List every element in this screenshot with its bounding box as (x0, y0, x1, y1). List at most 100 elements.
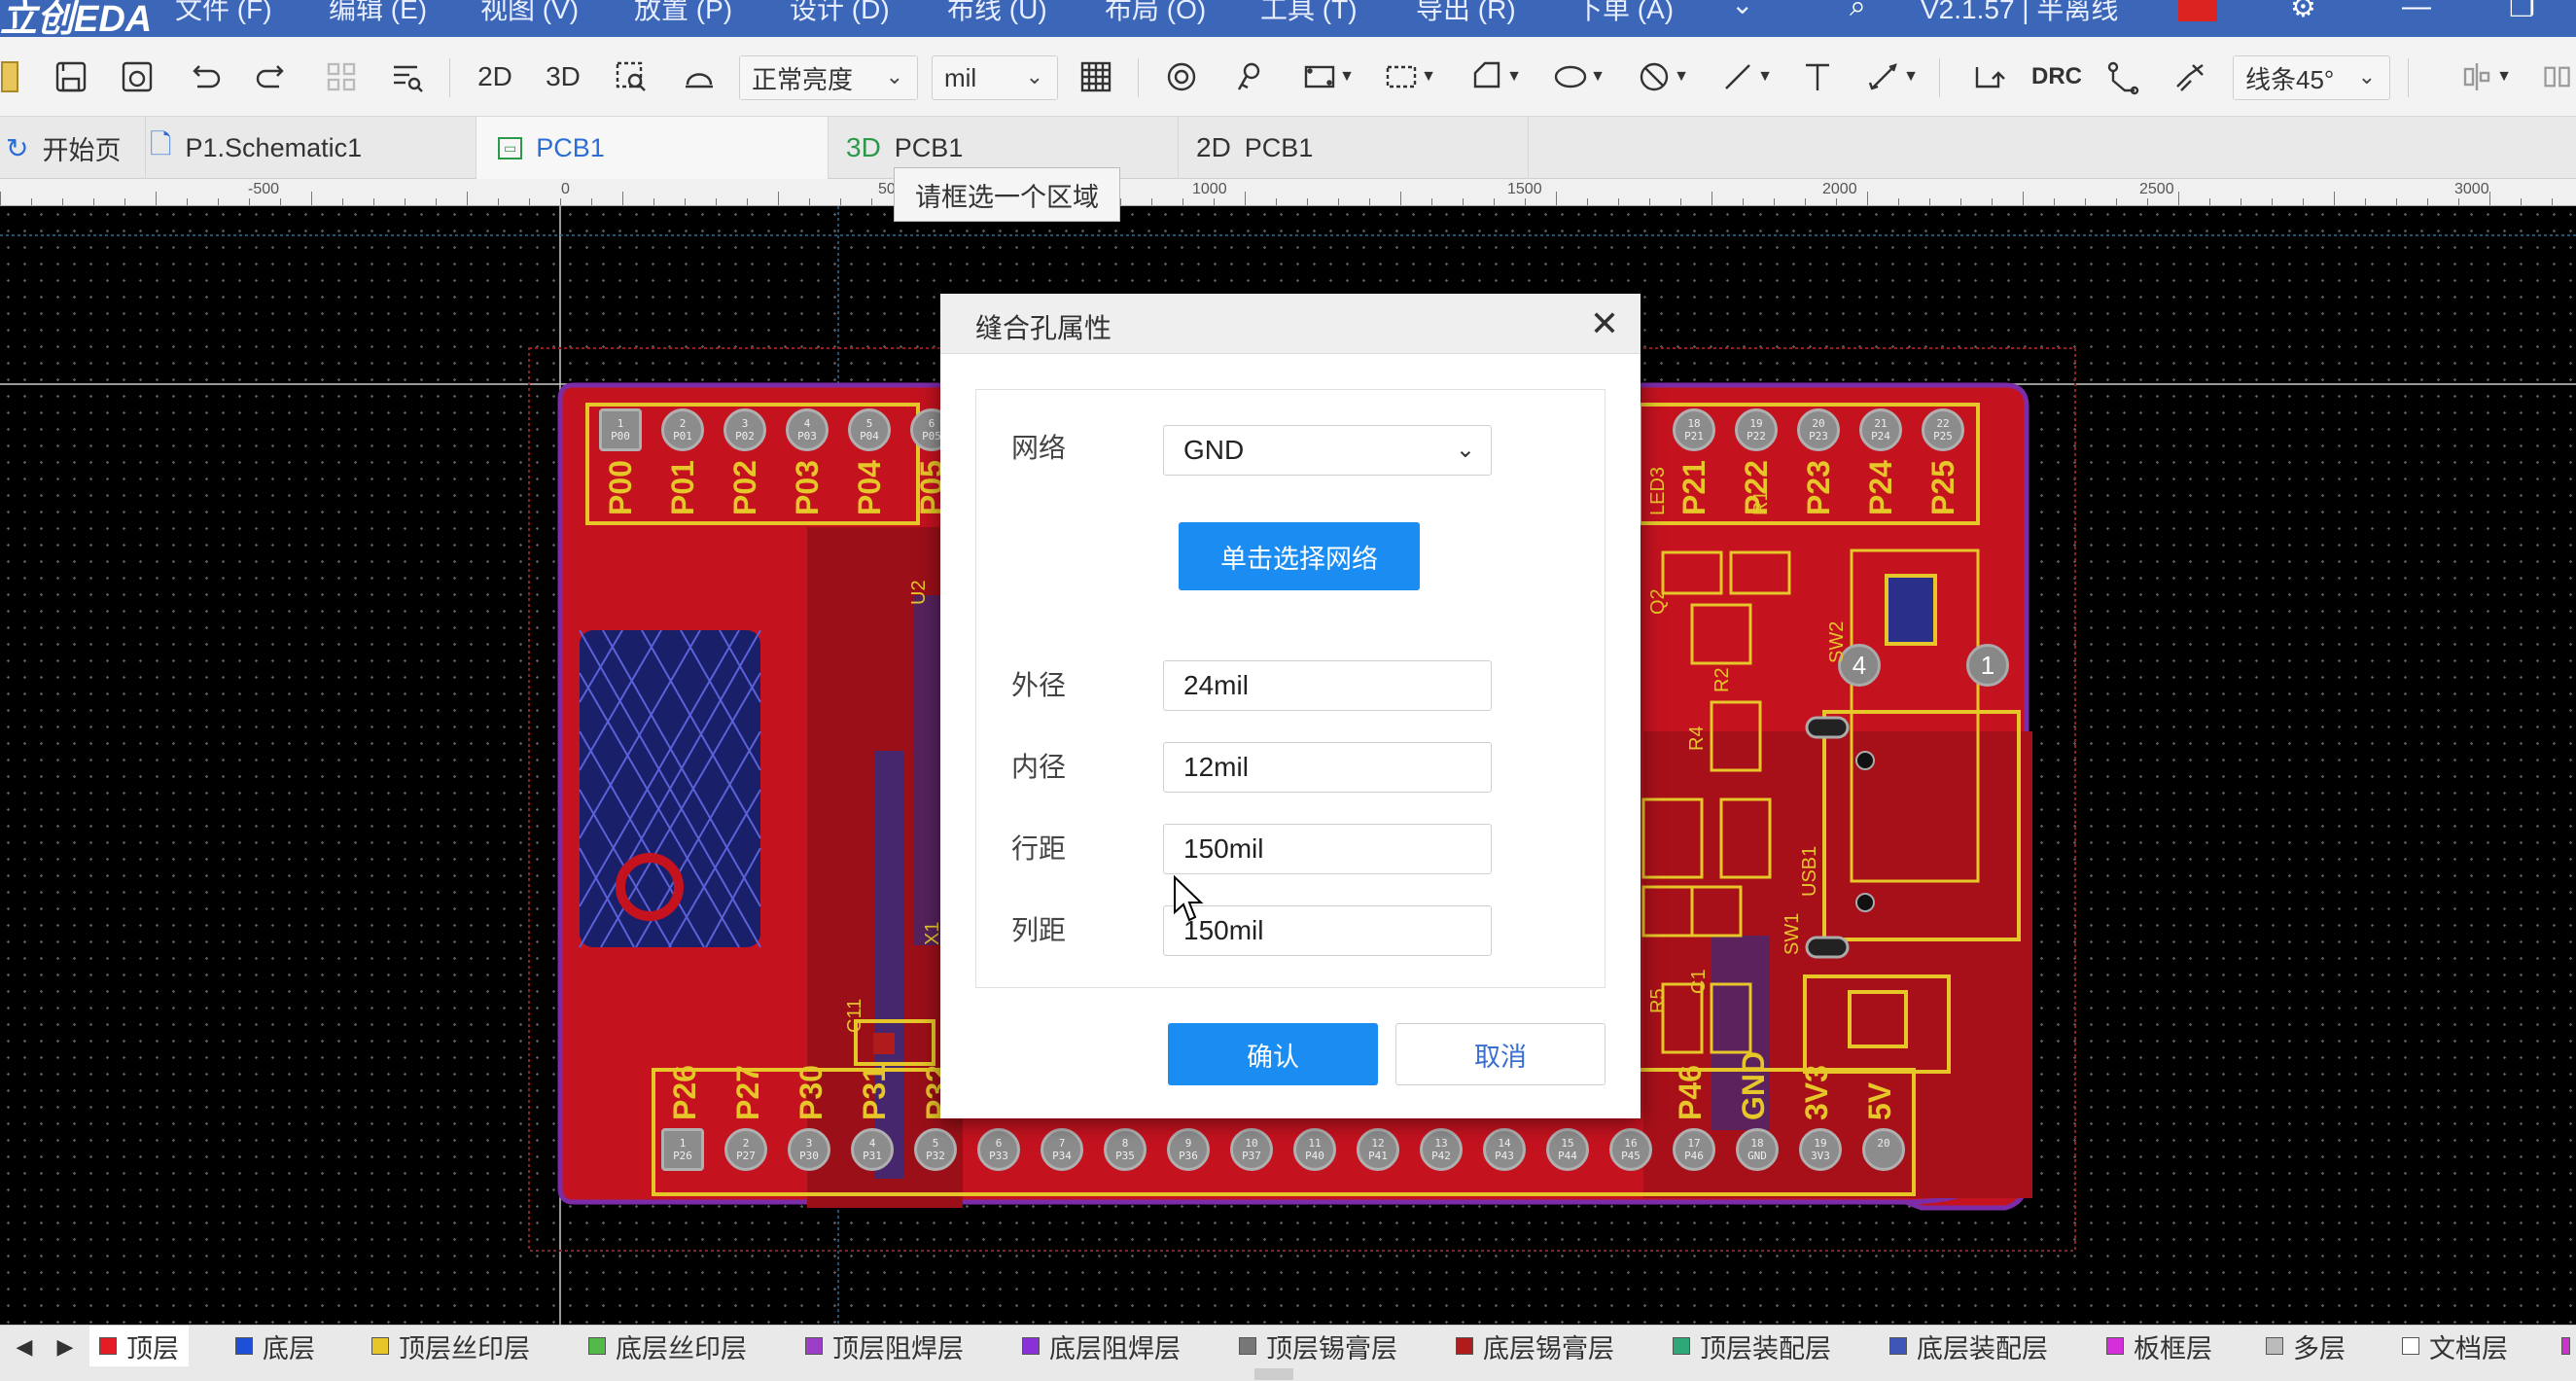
menu-place[interactable]: 放置 (P) (634, 0, 732, 27)
col-spacing-input[interactable]: 150mil (1163, 905, 1492, 956)
layer-tab[interactable]: 底层装配层 (1880, 1326, 2058, 1366)
outer-diameter-input[interactable]: 24mil (1163, 660, 1492, 711)
tab-pcb-2d[interactable]: 2D PCB1 (1179, 117, 1529, 179)
tab-pcb[interactable]: ▭ PCB1 (476, 117, 829, 179)
pcb-pad: 3 P30 (788, 1128, 830, 1171)
save-as-icon[interactable] (115, 53, 159, 101)
gear-icon[interactable]: ⚙ (2290, 0, 2316, 24)
view-2d-button[interactable]: 2D (473, 53, 517, 101)
ruler-tick (1898, 198, 1899, 205)
menu-order[interactable]: 下单 (A) (1575, 0, 1674, 27)
menu-tools[interactable]: 工具 (T) (1260, 0, 1358, 27)
layer-tab[interactable]: 顶层 (89, 1326, 189, 1366)
drc-button[interactable]: DRC (2031, 53, 2082, 101)
no-entry-icon[interactable]: ▼ (1628, 53, 1696, 101)
brightness-select[interactable]: 正常亮度 ⌄ (739, 55, 918, 100)
layer-tab[interactable]: 板框层 (2097, 1326, 2222, 1366)
restore-icon[interactable]: ❐ (2509, 0, 2535, 24)
pad-net-name: P35 (1115, 1150, 1135, 1162)
save-icon[interactable] (49, 53, 93, 101)
ruler-tick (809, 198, 810, 205)
ruler-tick (1431, 198, 1432, 205)
tab-start-page[interactable]: ↻ 开始页 (0, 117, 146, 179)
ruler-label: 3000 (2454, 181, 2489, 197)
folder-icon[interactable] (0, 53, 19, 101)
undo-icon[interactable] (183, 53, 228, 101)
layer-tab[interactable]: 机械层 (2552, 1326, 2576, 1366)
polygon-icon[interactable]: ▼ (1461, 53, 1529, 101)
track-icon[interactable] (2100, 53, 2145, 101)
unit-select[interactable]: mil ⌄ (932, 55, 1058, 100)
select-region-icon[interactable]: ▼ (1375, 53, 1443, 101)
row-spacing-input[interactable]: 150mil (1163, 824, 1492, 874)
silkscreen-label: P23 (1801, 460, 1836, 515)
grid-layout-icon[interactable] (319, 53, 364, 101)
rectangle-pad-icon[interactable]: ▼ (1293, 53, 1361, 101)
pad-number: 5 (865, 417, 873, 430)
ruler-tick (249, 198, 250, 205)
inner-diameter-label: 内径 (1011, 752, 1067, 782)
component-designator: SW1 (1782, 912, 1803, 955)
inner-diameter-input[interactable]: 12mil (1163, 742, 1492, 793)
pin-icon[interactable] (1227, 53, 1272, 101)
diff-pair-icon[interactable] (2169, 53, 2213, 101)
align-icon[interactable]: ▼ (2451, 53, 2519, 101)
flag-icon[interactable] (2178, 0, 2217, 21)
ruler-tick (436, 198, 437, 205)
layer-tab[interactable]: 多层 (2256, 1326, 2355, 1366)
find-list-icon[interactable] (385, 53, 430, 101)
close-icon[interactable]: ✕ (1590, 303, 1619, 344)
via-icon[interactable] (1159, 53, 1204, 101)
pad-number: 3 (805, 1137, 813, 1150)
pad-net-name: P03 (797, 430, 817, 443)
layer-tab[interactable]: 顶层丝印层 (362, 1326, 540, 1366)
tab-schematic[interactable]: 🗋 P1.Schematic1 (146, 117, 476, 179)
distribute-icon[interactable] (2540, 53, 2576, 101)
pcb-pad: 20 P23 (1797, 408, 1840, 451)
layer-color-swatch (2402, 1337, 2419, 1355)
minimize-icon[interactable]: — (2402, 0, 2431, 23)
ellipse-icon[interactable]: ▼ (1544, 53, 1612, 101)
layer-tab[interactable]: 顶层阻焊层 (795, 1326, 973, 1366)
menu-view[interactable]: 视图 (V) (480, 0, 579, 27)
horizontal-scrollbar[interactable] (1254, 1368, 1293, 1380)
search-icon[interactable]: ⌕ (1850, 0, 1866, 23)
dimension-icon[interactable]: ▼ (1857, 53, 1925, 101)
layer-tab[interactable]: 底层阻焊层 (1012, 1326, 1190, 1366)
route-icon[interactable] (1966, 53, 2011, 101)
net-select[interactable]: GND ⌄ (1163, 425, 1492, 476)
ruler-tick (93, 198, 94, 205)
layer-tab[interactable]: 底层锡膏层 (1446, 1326, 1624, 1366)
zoom-area-icon[interactable] (609, 53, 653, 101)
ruler-tick (1680, 198, 1681, 205)
chevron-right-icon[interactable]: ▶ (51, 1331, 80, 1363)
highlight-icon[interactable] (677, 53, 722, 101)
ruler-label: -500 (248, 181, 280, 197)
line-icon[interactable]: ▼ (1711, 53, 1780, 101)
layer-tab[interactable]: 顶层装配层 (1663, 1326, 1841, 1366)
confirm-button[interactable]: 确认 (1168, 1023, 1378, 1085)
grid-icon[interactable] (1074, 53, 1118, 101)
layer-tab[interactable]: 底层 (226, 1326, 325, 1366)
ruler-tick (1214, 198, 1215, 205)
layer-tab[interactable]: 底层丝印层 (579, 1326, 757, 1366)
redo-icon[interactable] (249, 53, 294, 101)
layer-tab-label: 底层装配层 (1917, 1333, 2048, 1363)
chevron-down-icon[interactable]: ⌄ (1731, 0, 1753, 20)
view-3d-button[interactable]: 3D (541, 53, 585, 101)
menu-layout[interactable]: 布局 (O) (1105, 0, 1206, 27)
menu-export[interactable]: 导出 (R) (1416, 0, 1516, 27)
track-mode-select[interactable]: 线条45° ⌄ (2233, 55, 2390, 100)
cancel-button[interactable]: 取消 (1395, 1023, 1606, 1085)
ruler-tick (2521, 198, 2522, 205)
menu-file[interactable]: 文件 (F) (175, 0, 272, 27)
layer-tab[interactable]: 顶层锡膏层 (1229, 1326, 1407, 1366)
chevron-left-icon[interactable]: ◀ (10, 1331, 39, 1363)
menu-design[interactable]: 设计 (D) (790, 0, 890, 27)
silkscreen-label: P21 (1676, 460, 1711, 515)
menu-route[interactable]: 布线 (U) (947, 0, 1047, 27)
menu-edit[interactable]: 编辑 (E) (329, 0, 427, 27)
text-icon[interactable] (1795, 53, 1840, 101)
layer-tab[interactable]: 文档层 (2392, 1326, 2518, 1366)
pick-net-button[interactable]: 单击选择网络 (1179, 522, 1420, 590)
